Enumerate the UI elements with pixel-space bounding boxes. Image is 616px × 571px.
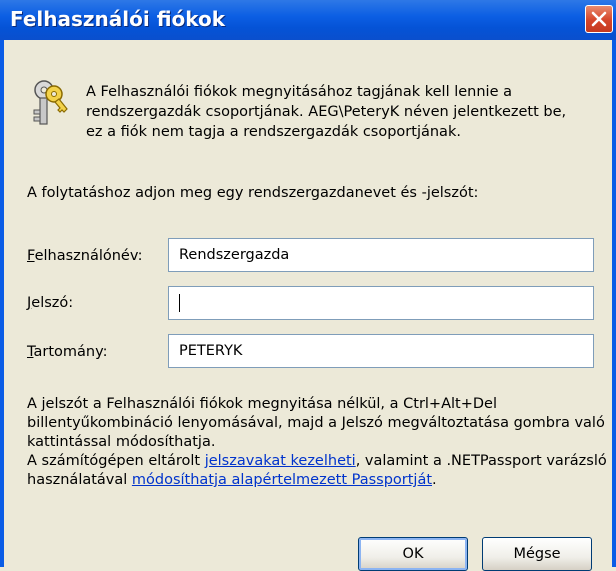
domain-label: Tartomány: bbox=[27, 344, 108, 360]
username-label: Felhasználónév: bbox=[27, 248, 143, 264]
keys-icon bbox=[33, 80, 68, 125]
dialog-window: Felhasználói fiókok A Felhasználói fióko… bbox=[0, 0, 616, 571]
text-caret bbox=[179, 294, 180, 312]
domain-field[interactable]: PETERYK bbox=[168, 334, 594, 368]
help-line-2: A számítógépen eltárolt jelszavakat keze… bbox=[27, 453, 607, 488]
password-label: Jelszó: bbox=[27, 295, 74, 311]
change-passport-link[interactable]: módosíthatja alapértelmezett Passportját bbox=[132, 472, 432, 488]
close-button[interactable] bbox=[585, 5, 613, 33]
close-icon bbox=[591, 11, 607, 27]
info-message: A Felhasználói fiókok megnyitásához tagj… bbox=[86, 84, 567, 140]
username-field[interactable]: Rendszergazda bbox=[168, 238, 594, 272]
help-line-1: A jelszót a Felhasználói fiókok megnyitá… bbox=[27, 396, 605, 450]
ok-button[interactable]: OK bbox=[358, 537, 468, 571]
cancel-button[interactable]: Mégse bbox=[482, 537, 592, 571]
prompt-text: A folytatáshoz adjon meg egy rendszergaz… bbox=[27, 185, 479, 201]
title-bar[interactable]: Felhasználói fiókok bbox=[0, 0, 616, 40]
manage-passwords-link[interactable]: jelszavakat kezelheti bbox=[205, 453, 356, 469]
help-text: A jelszót a Felhasználói fiókok megnyitá… bbox=[27, 395, 612, 490]
window-title: Felhasználói fiókok bbox=[10, 7, 226, 31]
password-field[interactable] bbox=[168, 286, 594, 320]
